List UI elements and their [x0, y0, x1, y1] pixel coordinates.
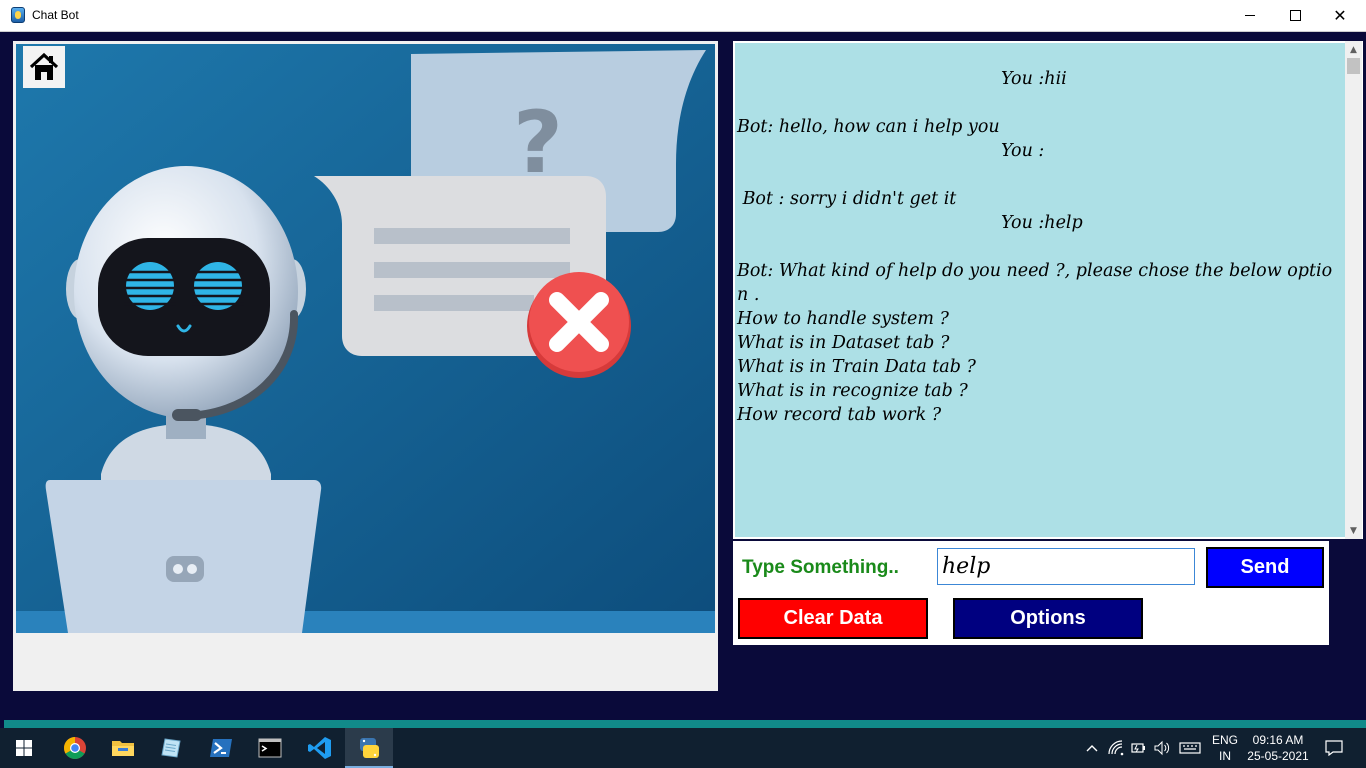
chat-message-bot: Bot: hello, how can i help you — [737, 117, 1000, 137]
speaker-icon — [1154, 740, 1170, 756]
taskbar-powershell[interactable] — [197, 728, 245, 768]
chat-scrollbar[interactable]: ▲ ▼ — [1345, 41, 1362, 539]
network-button[interactable] — [1108, 740, 1124, 756]
notepad-icon — [161, 738, 181, 758]
battery-icon — [1131, 743, 1145, 753]
file-explorer-icon — [112, 741, 134, 756]
touch-keyboard-button[interactable] — [1179, 740, 1201, 756]
show-hidden-icons-button[interactable] — [1084, 740, 1100, 756]
options-button[interactable]: Options — [953, 598, 1143, 639]
wifi-icon — [1108, 740, 1124, 756]
chat-log-panel[interactable]: You :hii Bot: hello, how can i help you … — [733, 41, 1363, 539]
taskbar-chrome[interactable] — [51, 728, 99, 768]
keyboard-icon — [1179, 742, 1201, 754]
windows-start-button[interactable] — [0, 728, 48, 768]
clear-data-button[interactable]: Clear Data — [738, 598, 928, 639]
send-button[interactable]: Send — [1206, 547, 1324, 588]
taskbar-file-explorer[interactable] — [99, 728, 147, 768]
battery-button[interactable] — [1131, 740, 1147, 756]
taskbar: ENG IN 09:16 AM 25-05-2021 — [0, 728, 1366, 768]
window-title-bar: Chat Bot ✕ — [0, 0, 1366, 32]
taskbar-python[interactable] — [345, 728, 393, 768]
notification-icon — [1325, 740, 1343, 757]
scroll-thumb[interactable] — [1347, 58, 1360, 74]
message-input[interactable] — [937, 548, 1195, 585]
language-indicator[interactable]: ENG IN — [1208, 728, 1242, 768]
scroll-up-arrow-icon[interactable]: ▲ — [1345, 41, 1362, 58]
type-something-label: Type Something.. — [742, 557, 899, 578]
chat-message-bot: Bot : sorry i didn't get it — [737, 189, 957, 209]
notifications-button[interactable] — [1325, 740, 1343, 757]
chat-option-item: How record tab work ? — [737, 405, 942, 425]
chat-option-item: What is in recognize tab ? — [737, 381, 968, 401]
error-x-icon — [527, 272, 631, 378]
taskbar-terminal[interactable] — [246, 728, 294, 768]
minimize-icon — [1245, 15, 1255, 16]
illustration-panel: ? — [13, 41, 718, 691]
close-icon: ✕ — [1333, 5, 1347, 25]
maximize-button[interactable] — [1272, 0, 1318, 31]
minimize-button[interactable] — [1227, 0, 1273, 31]
chat-message-user: You : — [1001, 141, 1045, 161]
chat-option-item: What is in Dataset tab ? — [737, 333, 950, 353]
app-icon — [11, 7, 25, 23]
robot-illustration: ? — [16, 44, 715, 633]
chat-spacer — [737, 91, 1343, 115]
chat-spacer — [737, 235, 1343, 259]
clock-time: 09:16 AM — [1252, 733, 1304, 747]
language-code: ENG — [1211, 733, 1238, 747]
chat-message-bot: Bot: What kind of help do you need ?, pl… — [737, 261, 1333, 305]
chat-message-user: You :hii — [1001, 69, 1067, 89]
terminal-icon — [258, 738, 282, 758]
vscode-icon — [308, 737, 331, 759]
chat-spacer — [737, 163, 1343, 187]
windows-start-icon — [16, 740, 32, 756]
home-button[interactable] — [23, 46, 65, 88]
language-region: IN — [1219, 749, 1231, 763]
chat-option-item: How to handle system ? — [737, 309, 949, 329]
home-icon — [29, 52, 59, 80]
input-panel: Type Something.. Send Clear Data Options — [733, 541, 1329, 645]
maximize-icon — [1289, 10, 1301, 21]
chat-option-item: What is in Train Data tab ? — [737, 357, 976, 377]
chrome-icon — [64, 737, 86, 759]
close-button[interactable]: ✕ — [1317, 0, 1363, 31]
taskbar-vscode[interactable] — [296, 728, 344, 768]
clock[interactable]: 09:16 AM 25-05-2021 — [1246, 728, 1310, 768]
chat-message-user: You :help — [1001, 213, 1083, 233]
python-icon — [360, 738, 379, 758]
taskbar-notepad[interactable] — [147, 728, 195, 768]
scroll-down-arrow-icon[interactable]: ▼ — [1345, 522, 1362, 539]
powershell-icon — [210, 739, 232, 757]
chat-log: You :hii Bot: hello, how can i help you … — [737, 67, 1343, 427]
volume-button[interactable] — [1154, 740, 1170, 756]
chevron-up-icon — [1086, 745, 1098, 752]
window-bottom-border — [0, 720, 1366, 728]
clock-date: 25-05-2021 — [1247, 749, 1309, 763]
laptop-icon — [45, 480, 322, 633]
window-title: Chat Bot — [32, 8, 79, 22]
